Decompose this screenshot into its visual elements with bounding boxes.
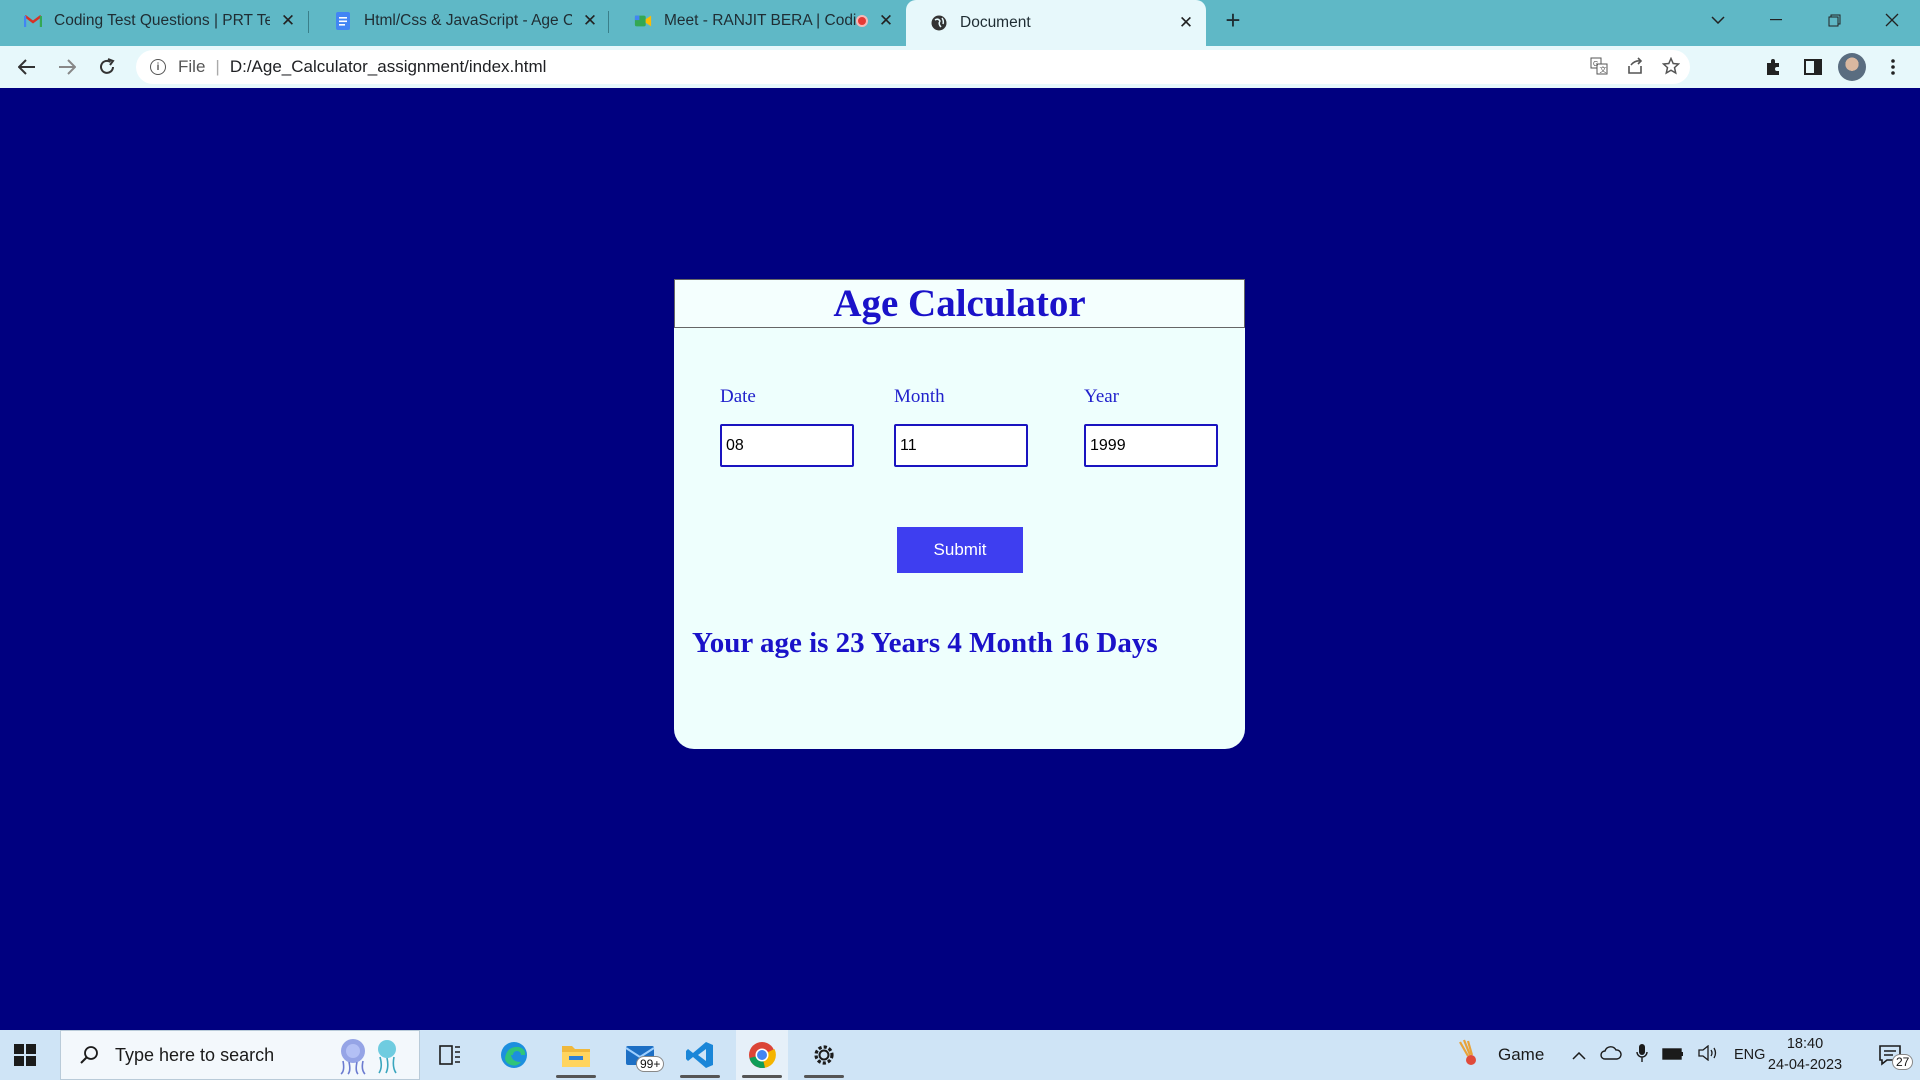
month-label: Month: [894, 386, 945, 407]
new-tab-button[interactable]: +: [1206, 0, 1260, 40]
globe-icon: [930, 14, 948, 32]
close-icon[interactable]: ✕: [878, 11, 894, 31]
tab-title: Meet - RANJIT BERA | Coding: [664, 12, 856, 29]
card-header: Age Calculator: [674, 279, 1245, 328]
settings-gear-icon[interactable]: [798, 1030, 850, 1080]
tab-title: Html/Css & JavaScript - Age Calc: [364, 12, 572, 29]
profile-avatar[interactable]: [1838, 53, 1866, 81]
tab-meet[interactable]: Meet - RANJIT BERA | Coding ✕: [610, 0, 906, 42]
year-input[interactable]: [1084, 424, 1218, 467]
mail-icon[interactable]: 99+: [614, 1030, 666, 1080]
tab-gmail[interactable]: Coding Test Questions | PRT Test ✕: [0, 0, 308, 42]
tab-title: Document: [960, 14, 1031, 31]
url-scheme: File: [178, 57, 206, 76]
chrome-icon[interactable]: [736, 1030, 788, 1080]
month-input[interactable]: [894, 424, 1028, 467]
clock-date: 24-04-2023: [1767, 1057, 1843, 1073]
close-window-button[interactable]: [1864, 0, 1920, 40]
tab-document[interactable]: Document ✕: [906, 0, 1206, 46]
minimize-button[interactable]: [1748, 0, 1804, 40]
tab-search-chevron-icon[interactable]: [1690, 0, 1746, 40]
clock-time: 18:40: [1786, 1036, 1824, 1052]
game-label: Game: [1498, 1045, 1545, 1064]
notification-count-badge: 27: [1892, 1054, 1914, 1070]
tab-title: Coding Test Questions | PRT Test: [54, 12, 270, 29]
taskbar-search-box[interactable]: Type here to search: [60, 1030, 420, 1080]
reload-button[interactable]: [92, 52, 122, 82]
game-widget[interactable]: Game: [1454, 1030, 1544, 1080]
edge-browser-icon[interactable]: [488, 1030, 540, 1080]
translate-icon[interactable]: G文: [1590, 57, 1608, 80]
system-tray: ENG: [1572, 1030, 1765, 1080]
age-calculator-card: Age Calculator Date Month Year Submit Yo…: [674, 279, 1245, 749]
back-button[interactable]: [12, 52, 42, 82]
submit-button[interactable]: Submit: [897, 527, 1023, 573]
gmail-icon: [24, 12, 42, 30]
url-divider: |: [215, 57, 220, 76]
side-panel-icon[interactable]: [1800, 54, 1826, 80]
windows-start-icon[interactable]: [14, 1044, 36, 1066]
close-icon[interactable]: ✕: [280, 11, 296, 31]
url-text: D:/Age_Calculator_assignment/index.html: [229, 57, 547, 76]
tab-divider: [608, 11, 609, 33]
battery-icon[interactable]: [1662, 1045, 1684, 1065]
chevron-up-icon[interactable]: [1572, 1045, 1586, 1065]
game-badminton-icon: [1454, 1038, 1484, 1073]
vscode-icon[interactable]: [674, 1030, 726, 1080]
taskbar: Type here to search 99+ Game ENG 18:40 2…: [0, 1030, 1920, 1080]
month-field: Month: [894, 386, 1028, 467]
menu-kebab-icon[interactable]: [1880, 54, 1906, 80]
age-result: Your age is 23 Years 4 Month 16 Days: [692, 627, 1158, 659]
task-view-icon[interactable]: [424, 1030, 476, 1080]
meet-icon: [634, 12, 652, 30]
volume-icon[interactable]: [1698, 1044, 1720, 1066]
file-explorer-icon[interactable]: [550, 1030, 602, 1080]
close-icon[interactable]: ✕: [1178, 13, 1194, 33]
info-icon[interactable]: i: [150, 59, 166, 75]
svg-text:文: 文: [1600, 65, 1607, 74]
omnibox-actions: G文: [1590, 56, 1681, 80]
jellyfish-highlight-icon[interactable]: [327, 1037, 411, 1075]
page-title: Age Calculator: [833, 282, 1086, 325]
microphone-icon[interactable]: [1636, 1043, 1648, 1068]
tab-strip: Coding Test Questions | PRT Test ✕ Html/…: [0, 0, 1920, 46]
browser-toolbar: i File | D:/Age_Calculator_assignment/in…: [0, 46, 1920, 88]
search-placeholder: Type here to search: [115, 1044, 275, 1065]
address-bar[interactable]: i File | D:/Age_Calculator_assignment/in…: [136, 50, 1690, 84]
year-label: Year: [1084, 386, 1120, 407]
svg-text:G: G: [1593, 61, 1598, 68]
tab-divider: [308, 11, 309, 33]
year-field: Year: [1084, 386, 1218, 467]
date-field: Date: [720, 386, 854, 467]
share-icon[interactable]: [1626, 57, 1644, 80]
restore-button[interactable]: [1806, 0, 1862, 40]
recording-icon: [856, 15, 868, 27]
tab-docs[interactable]: Html/Css & JavaScript - Age Calc ✕: [310, 0, 610, 42]
date-label: Date: [720, 386, 756, 407]
onedrive-cloud-icon[interactable]: [1600, 1045, 1622, 1065]
notification-center-icon[interactable]: 27: [1864, 1030, 1916, 1080]
forward-button[interactable]: [52, 52, 82, 82]
bookmark-star-icon[interactable]: [1661, 56, 1681, 80]
close-icon[interactable]: ✕: [582, 11, 598, 31]
date-input[interactable]: [720, 424, 854, 467]
extensions-icon[interactable]: [1760, 54, 1786, 80]
mail-badge: 99+: [636, 1056, 665, 1072]
search-icon: [79, 1045, 99, 1065]
docs-icon: [334, 12, 352, 30]
page-viewport: Age Calculator Date Month Year Submit Yo…: [0, 88, 1920, 1030]
taskbar-clock[interactable]: 18:40 24-04-2023: [1760, 1034, 1850, 1076]
